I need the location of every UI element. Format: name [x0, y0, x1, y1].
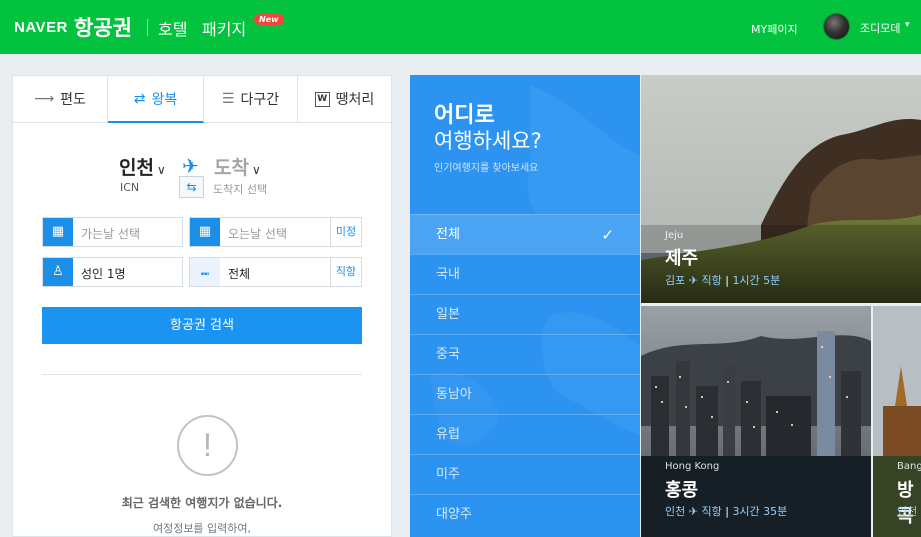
tile-flight-info: 인천 ✈ 직항 | 3시간 35분	[665, 505, 788, 518]
tile-city-english: Jeju	[665, 230, 684, 241]
category-item-domestic[interactable]: 국내	[410, 254, 640, 294]
category-item-all[interactable]: 전체 ✓	[410, 214, 640, 254]
tab-round-trip[interactable]: ⇄ 왕복	[108, 76, 204, 123]
round-trip-icon: ⇄	[133, 90, 146, 107]
header-divider	[147, 19, 148, 36]
origin-selector[interactable]: 인천 ∨	[119, 153, 166, 180]
divider	[42, 374, 362, 375]
destination-card-jeju[interactable]: Jeju 제주 김포 ✈ 직항 | 1시간 5분	[641, 75, 921, 303]
swap-icon: ⇆	[186, 180, 197, 194]
nav-package[interactable]: 패키지	[202, 16, 246, 40]
return-undecided-toggle[interactable]: 미정	[330, 218, 361, 246]
destination-selector[interactable]: 도착 ∨	[214, 153, 261, 180]
category-label: 중국	[436, 347, 460, 362]
destination-card-bangkok[interactable]: Bangkok 방콕 인천	[873, 306, 921, 537]
tile-origin: 인천	[665, 505, 686, 518]
search-flights-button[interactable]: 항공권 검색	[42, 307, 362, 344]
chevron-down-icon: ∨	[156, 163, 166, 177]
tile-city-english: Bangkok	[897, 461, 921, 472]
destination-card-hongkong[interactable]: Hong Kong 홍콩 인천 ✈ 직항 | 3시간 35분	[641, 306, 871, 537]
new-badge: New	[254, 14, 284, 25]
arrow-right-icon: ⟶	[34, 91, 55, 107]
w-badge-icon: W	[314, 91, 330, 107]
passenger-value: 성인 1명	[81, 267, 126, 281]
tab-multi-city[interactable]: ☰ 다구간	[204, 76, 298, 122]
return-date-placeholder: 오는날 선택	[228, 227, 288, 241]
service-title[interactable]: 항공권	[74, 12, 132, 42]
category-item-europe[interactable]: 유럽	[410, 414, 640, 454]
person-icon: ♙	[43, 258, 73, 286]
swap-route-button[interactable]: ⇆	[179, 176, 204, 198]
category-label: 일본	[436, 307, 460, 322]
category-label: 전체	[436, 227, 460, 242]
tile-flight-info: 김포 ✈ 직항 | 1시간 5분	[665, 274, 781, 287]
tile-city-name: 홍콩	[665, 480, 699, 501]
trip-type-tabs: ⟶ 편도 ⇄ 왕복 ☰ 다구간 W 땡처리	[13, 76, 391, 123]
category-label: 유럽	[436, 427, 460, 442]
tile-origin: 김포	[665, 274, 686, 287]
destination-hint: 도착지 선택	[213, 183, 268, 196]
destination-city: 도착	[214, 157, 249, 179]
category-label: 미주	[436, 467, 460, 482]
destination-category-panel: 어디로 여행하세요? 인기여행지를 찾아보세요 전체 ✓ 국내 일본 중국 동남…	[410, 75, 640, 537]
chevron-down-icon: ∨	[251, 163, 261, 177]
depart-date-placeholder: 가는날 선택	[81, 227, 141, 241]
tile-city-english: Hong Kong	[665, 461, 720, 472]
return-date-field[interactable]: ▦ 오는날 선택 미정	[189, 217, 362, 247]
empty-state-title: 최근 검색한 여행지가 없습니다.	[121, 496, 283, 510]
calendar-icon: ▦	[190, 218, 220, 246]
flight-search-panel: ⟶ 편도 ⇄ 왕복 ☰ 다구간 W 땡처리 인천 ∨ ✈ 도착 ∨ ICN ⇆ 도착…	[12, 75, 392, 537]
passenger-field[interactable]: ♙ 성인 1명	[42, 257, 183, 287]
seat-class-value: 전체	[228, 267, 251, 281]
tile-direct: 직항	[701, 505, 722, 518]
top-header: NAVER 항공권 호텔 패키지 New MY페이지 조디모데 ▾	[0, 0, 921, 54]
tile-origin: 인천	[897, 505, 918, 518]
destination-title-line2: 여행하세요?	[434, 129, 542, 153]
naver-logo[interactable]: NAVER	[14, 19, 68, 36]
empty-state-subtitle: 여정정보를 입력하여,	[152, 522, 252, 535]
category-item-china[interactable]: 중국	[410, 334, 640, 374]
exclamation-icon: !	[177, 415, 238, 476]
user-name[interactable]: 조디모데	[860, 20, 900, 36]
origin-city: 인천	[119, 157, 154, 179]
tab-label: 땡처리	[335, 92, 375, 108]
seat-class-field[interactable]: ⑉ 전체 직항	[189, 257, 362, 287]
depart-date-field[interactable]: ▦ 가는날 선택	[42, 217, 183, 247]
multi-route-icon: ☰	[221, 91, 235, 107]
origin-code: ICN	[120, 181, 140, 194]
airplane-icon: ✈	[182, 154, 199, 178]
tile-duration: 3시간 35분	[732, 505, 788, 518]
tab-last-minute[interactable]: W 땡처리	[298, 76, 391, 122]
tab-label: 편도	[60, 92, 86, 108]
chevron-down-icon[interactable]: ▾	[905, 20, 910, 30]
tile-duration: 1시간 5분	[732, 274, 781, 287]
mypage-link[interactable]: MY페이지	[751, 21, 798, 37]
category-label: 국내	[436, 267, 460, 282]
category-item-southeast-asia[interactable]: 동남아	[410, 374, 640, 414]
tile-city-name: 제주	[665, 248, 699, 269]
destination-category-list: 전체 ✓ 국내 일본 중국 동남아 유럽 미주 대양주	[410, 214, 640, 534]
tab-one-way[interactable]: ⟶ 편도	[13, 76, 108, 122]
category-item-oceania[interactable]: 대양주	[410, 494, 640, 534]
tile-city-name: 방콕	[897, 480, 914, 527]
calendar-icon: ▦	[43, 218, 73, 246]
avatar[interactable]	[823, 13, 850, 40]
tab-label: 다구간	[240, 92, 280, 108]
airplane-icon: ✈	[688, 505, 698, 518]
airplane-icon: ✈	[688, 274, 698, 287]
category-item-americas[interactable]: 미주	[410, 454, 640, 494]
check-icon: ✓	[601, 226, 614, 244]
category-label: 동남아	[436, 387, 472, 402]
tile-direct: 직항	[701, 274, 722, 287]
category-item-japan[interactable]: 일본	[410, 294, 640, 334]
destination-subtitle: 인기여행지를 찾아보세요	[434, 163, 539, 174]
nav-hotel[interactable]: 호텔	[158, 16, 187, 40]
tab-label: 왕복	[151, 91, 178, 108]
direct-flight-toggle[interactable]: 직항	[330, 258, 361, 286]
seat-icon: ⑉	[190, 258, 220, 286]
category-label: 대양주	[436, 507, 472, 522]
